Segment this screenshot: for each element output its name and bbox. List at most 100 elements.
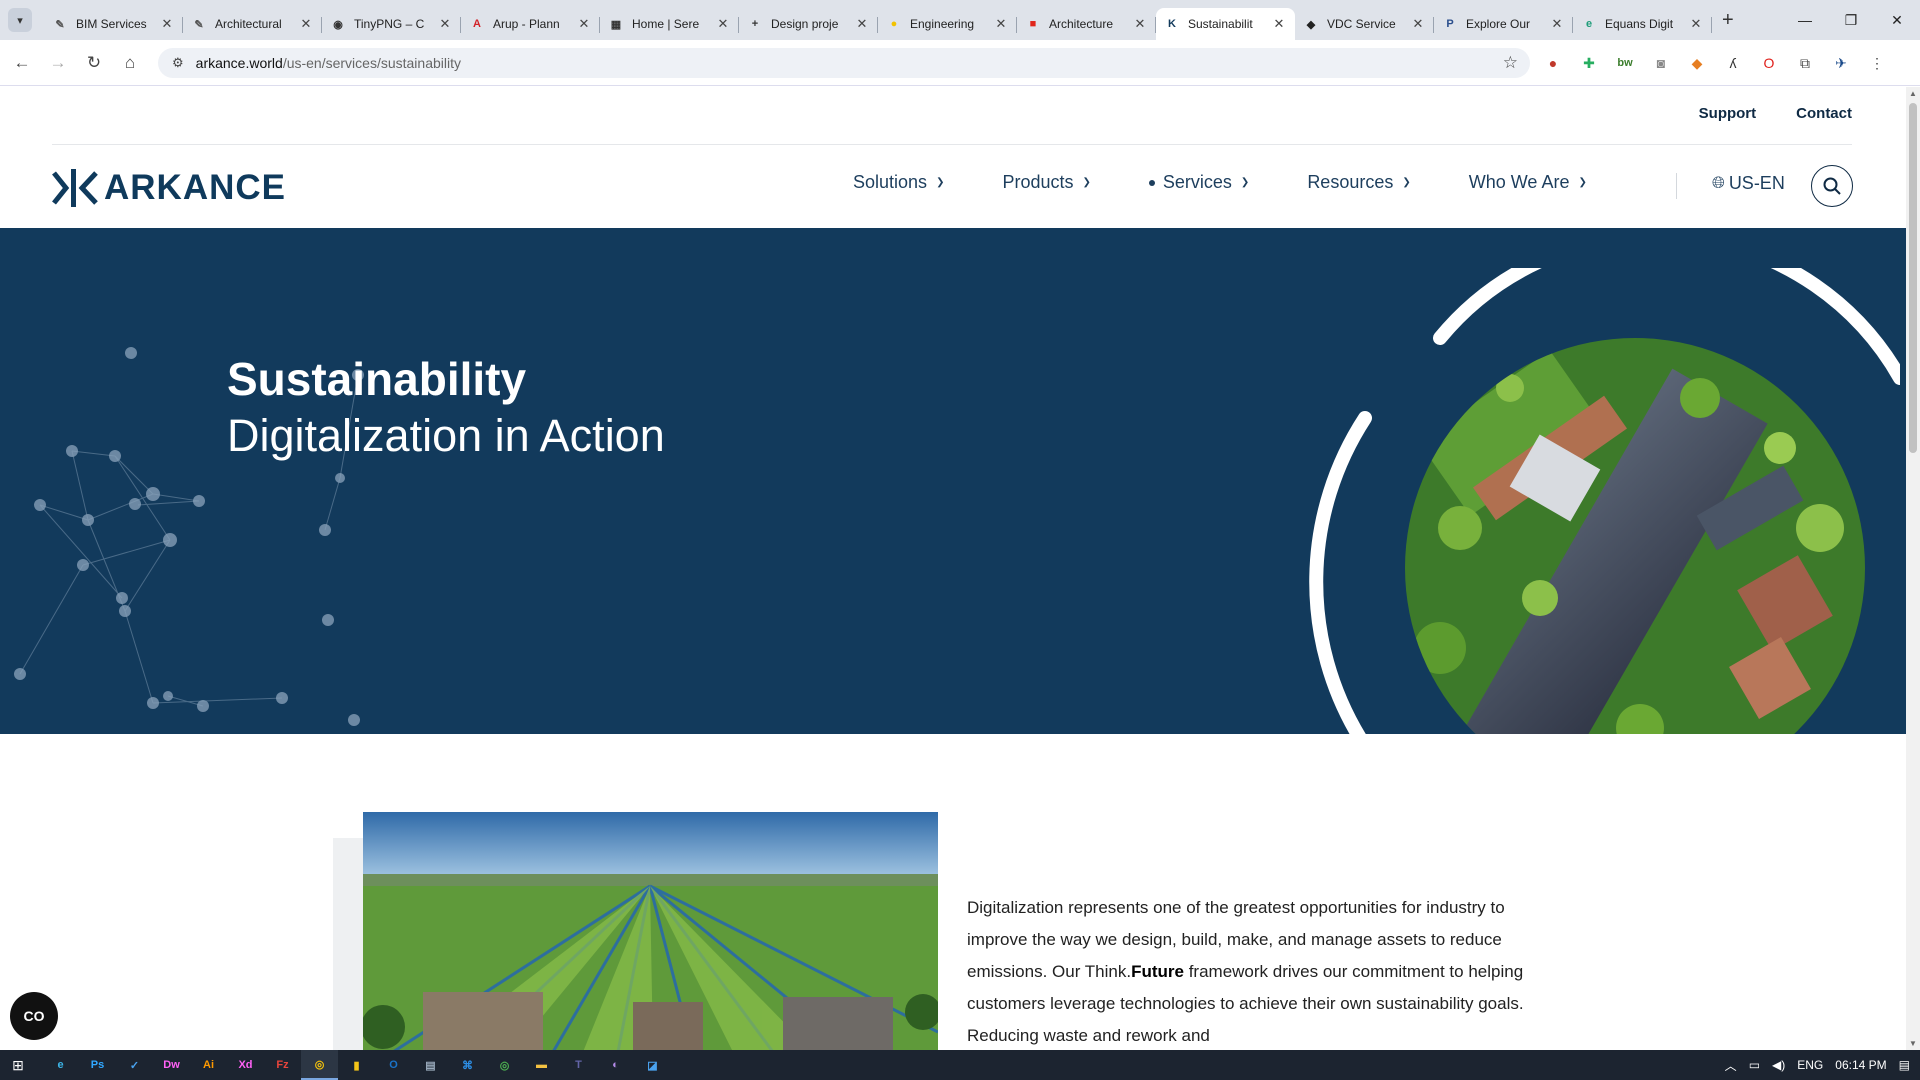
browser-tab[interactable]: + Design proje ✕ (739, 8, 878, 40)
bookmark-star-icon[interactable]: ☆ (1503, 53, 1518, 73)
scroll-up-icon[interactable]: ▲ (1906, 89, 1920, 98)
nav-label: Resources (1307, 172, 1394, 192)
extension-icon[interactable]: ◆ (1684, 50, 1710, 76)
nav-label: Who We Are (1468, 172, 1570, 192)
browser-toolbar: ← → ↻ ⌂ ⚙ arkance.world/us-en/services/s… (0, 40, 1920, 86)
clock[interactable]: 06:14 PM (1835, 1058, 1886, 1072)
page-scrollbar[interactable]: ▲ ▼ (1906, 87, 1920, 1050)
taskbar-app-icon[interactable]: Ps (79, 1050, 116, 1080)
active-indicator-dot (1148, 179, 1155, 186)
taskbar-app-icon[interactable]: ✓ (116, 1050, 153, 1080)
nav-services[interactable]: Services ❯ (1148, 172, 1249, 193)
volume-icon[interactable]: ◀) (1772, 1058, 1785, 1072)
tab-close-icon[interactable]: ✕ (1688, 16, 1704, 32)
taskbar-app-icon[interactable]: ⌘ (449, 1050, 486, 1080)
nav-resources[interactable]: Resources ❯ (1307, 172, 1410, 193)
tab-favicon-icon: e (1585, 18, 1593, 30)
profile-avatar-icon[interactable]: ✈ (1828, 50, 1854, 76)
site-info-icon[interactable]: ⚙ (172, 55, 184, 71)
extension-icon[interactable]: ● (1540, 50, 1566, 76)
tab-close-icon[interactable]: ✕ (1549, 16, 1565, 32)
restore-icon[interactable]: ❐ (1828, 0, 1874, 40)
nav-products[interactable]: Products ❯ (1002, 172, 1090, 193)
arkance-logo-mark-icon (52, 169, 98, 207)
tab-close-icon[interactable]: ✕ (437, 16, 453, 32)
url-path: /us-en/services/sustainability (282, 55, 461, 71)
scrollbar-thumb[interactable] (1909, 103, 1917, 453)
taskbar-app-icon[interactable]: ◎ (301, 1050, 338, 1080)
tab-close-icon[interactable]: ✕ (993, 16, 1009, 32)
browser-tab[interactable]: A Arup - Plann ✕ (461, 8, 600, 40)
extension-icon[interactable]: ✚ (1576, 50, 1602, 76)
extension-icon[interactable]: bw (1612, 50, 1638, 76)
locale-switcher[interactable]: 🌐︎ US-EN (1712, 173, 1785, 194)
forward-icon[interactable]: → (40, 53, 76, 73)
language-indicator[interactable]: ENG (1797, 1058, 1823, 1072)
arkance-logo[interactable]: ARKANCE (52, 167, 286, 209)
browser-tab[interactable]: ◆ VDC Service ✕ (1295, 8, 1434, 40)
hero-subtitle: Digitalization in Action (227, 410, 665, 461)
browser-tab[interactable]: ◉ TinyPNG – C ✕ (322, 8, 461, 40)
taskbar-app-icon[interactable]: ▮ (338, 1050, 375, 1080)
extensions-puzzle-icon[interactable]: ⧉ (1792, 50, 1818, 76)
support-link[interactable]: Support (1699, 105, 1757, 122)
tab-close-icon[interactable]: ✕ (298, 16, 314, 32)
menu-kebab-icon[interactable]: ⋮ (1864, 50, 1890, 76)
windows-start-icon[interactable]: ⊞ (0, 1057, 36, 1074)
taskbar-app-icon[interactable]: Dw (153, 1050, 190, 1080)
new-tab-button[interactable]: + (1722, 9, 1734, 32)
taskbar-app-icon[interactable]: ▬ (523, 1050, 560, 1080)
tray-overflow-icon[interactable]: ︿ (1725, 1057, 1737, 1074)
tab-close-icon[interactable]: ✕ (854, 16, 870, 32)
browser-tab[interactable]: ▦ Home | Sere ✕ (600, 8, 739, 40)
nav-label: Services (1162, 172, 1232, 192)
tab-title: Arup - Plann (493, 17, 560, 31)
opera-icon[interactable]: O (1756, 50, 1782, 76)
address-bar[interactable]: ⚙ arkance.world/us-en/services/sustainab… (158, 48, 1530, 78)
contact-link[interactable]: Contact (1796, 105, 1852, 122)
tab-favicon-icon: ✎ (55, 18, 65, 31)
taskbar-app-icon[interactable]: ◪ (634, 1050, 671, 1080)
tab-close-icon[interactable]: ✕ (715, 16, 731, 32)
minimize-icon[interactable]: — (1782, 0, 1828, 40)
taskbar-app-icon[interactable]: T (560, 1050, 597, 1080)
browser-tab[interactable]: e Equans Digit ✕ (1573, 8, 1712, 40)
nav-solutions[interactable]: Solutions ❯ (853, 172, 944, 193)
back-icon[interactable]: ← (4, 53, 40, 73)
site-search-button[interactable] (1811, 165, 1853, 207)
taskbar-app-icon[interactable]: Xd (227, 1050, 264, 1080)
network-icon[interactable]: ▭ (1749, 1058, 1760, 1072)
taskbar-app-icon[interactable]: ◎ (486, 1050, 523, 1080)
reload-icon[interactable]: ↻ (76, 53, 112, 73)
camera-icon[interactable]: ◙ (1648, 50, 1674, 76)
taskbar-app-icon[interactable]: ◐ (597, 1050, 634, 1080)
browser-tab[interactable]: P Explore Our ✕ (1434, 8, 1573, 40)
browser-tab[interactable]: K Sustainabilit ✕ (1156, 8, 1295, 40)
close-window-icon[interactable]: ✕ (1874, 0, 1920, 40)
browser-tab[interactable]: ✎ Architectural ✕ (183, 8, 322, 40)
accessibility-icon: CO (23, 1008, 45, 1024)
tab-close-icon[interactable]: ✕ (1132, 16, 1148, 32)
nav-who-we-are[interactable]: Who We Are ❯ (1469, 172, 1587, 193)
taskbar-app-icon[interactable]: ▤ (412, 1050, 449, 1080)
taskbar-app-icon[interactable]: e (42, 1050, 79, 1080)
accessibility-widget-button[interactable]: CO (10, 992, 58, 1040)
notifications-icon[interactable]: ▤ (1899, 1058, 1910, 1072)
browser-tab[interactable]: ■ Architecture ✕ (1017, 8, 1156, 40)
taskbar-app-icon[interactable]: Fz (264, 1050, 301, 1080)
nav-label: Solutions (853, 172, 928, 192)
taskbar-app-icon[interactable]: O (375, 1050, 412, 1080)
scroll-down-icon[interactable]: ▼ (1906, 1039, 1920, 1048)
tab-close-icon[interactable]: ✕ (1271, 16, 1287, 32)
tab-search-button[interactable]: ▾ (8, 8, 32, 32)
extension-icon[interactable]: ʎ (1720, 50, 1746, 76)
tab-close-icon[interactable]: ✕ (159, 16, 175, 32)
taskbar-app-icon[interactable]: Ai (190, 1050, 227, 1080)
url-host: arkance.world (195, 55, 283, 71)
tab-close-icon[interactable]: ✕ (576, 16, 592, 32)
home-icon[interactable]: ⌂ (112, 53, 148, 73)
browser-tab[interactable]: ● Engineering ✕ (878, 8, 1017, 40)
tab-close-icon[interactable]: ✕ (1410, 16, 1426, 32)
chevron-down-icon: ❯ (1578, 177, 1587, 188)
browser-tab[interactable]: ✎ BIM Services ✕ (44, 8, 183, 40)
